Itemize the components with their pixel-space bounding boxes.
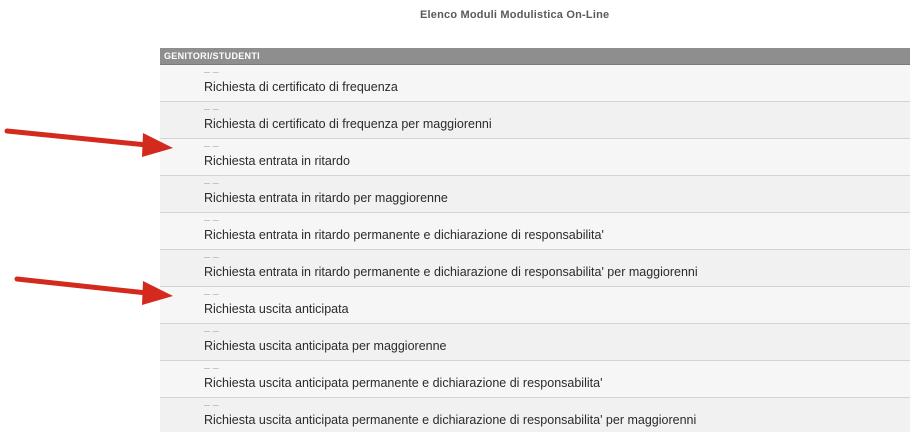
module-row-uscita-anticipata-permanente[interactable]: — — Richiesta uscita anticipata permanen… xyxy=(160,361,910,398)
module-row-entrata-ritardo-permanente[interactable]: — — Richiesta entrata in ritardo permane… xyxy=(160,213,910,250)
row-meta: — — xyxy=(204,403,220,409)
row-meta: — — xyxy=(204,144,220,150)
red-arrow-right-icon xyxy=(4,128,173,157)
module-link[interactable]: Richiesta uscita anticipata permanente e… xyxy=(204,376,602,390)
row-meta: — — xyxy=(204,366,220,372)
module-link[interactable]: Richiesta di certificato di frequenza pe… xyxy=(204,117,492,131)
module-row-certificato-frequenza-maggiorenni[interactable]: — — Richiesta di certificato di frequenz… xyxy=(160,102,910,139)
row-meta: — — xyxy=(204,329,220,335)
module-link[interactable]: Richiesta uscita anticipata xyxy=(204,302,349,316)
module-row-entrata-ritardo-permanente-maggiorenni[interactable]: — — Richiesta entrata in ritardo permane… xyxy=(160,250,910,287)
module-row-entrata-ritardo-maggiorenne[interactable]: — — Richiesta entrata in ritardo per mag… xyxy=(160,176,910,213)
row-meta: — — xyxy=(204,181,220,187)
module-link[interactable]: Richiesta entrata in ritardo per maggior… xyxy=(204,191,448,205)
module-row-uscita-anticipata[interactable]: — — Richiesta uscita anticipata xyxy=(160,287,910,324)
module-link[interactable]: Richiesta uscita anticipata per maggiore… xyxy=(204,339,447,353)
row-meta: — — xyxy=(204,107,220,113)
row-meta: — — xyxy=(204,218,220,224)
page: Elenco Moduli Modulistica On-Line GENITO… xyxy=(0,0,910,432)
module-list: — — Richiesta di certificato di frequenz… xyxy=(160,65,910,432)
module-link[interactable]: Richiesta uscita anticipata permanente e… xyxy=(204,413,696,427)
module-link[interactable]: Richiesta entrata in ritardo xyxy=(204,154,350,168)
module-row-entrata-ritardo[interactable]: — — Richiesta entrata in ritardo xyxy=(160,139,910,176)
row-meta: — — xyxy=(204,292,220,298)
red-arrow-right-icon xyxy=(14,276,173,305)
modules-section: GENITORI/STUDENTI — — Richiesta di certi… xyxy=(160,48,910,432)
module-row-uscita-anticipata-maggiorenne[interactable]: — — Richiesta uscita anticipata per magg… xyxy=(160,324,910,361)
module-link[interactable]: Richiesta entrata in ritardo permanente … xyxy=(204,265,698,279)
module-row-uscita-anticipata-permanente-maggiorenni[interactable]: — — Richiesta uscita anticipata permanen… xyxy=(160,398,910,432)
row-meta: — — xyxy=(204,70,220,76)
row-meta: — — xyxy=(204,255,220,261)
section-header: GENITORI/STUDENTI xyxy=(160,48,910,65)
module-link[interactable]: Richiesta di certificato di frequenza xyxy=(204,80,398,94)
page-title: Elenco Moduli Modulistica On-Line xyxy=(420,9,610,21)
module-link[interactable]: Richiesta entrata in ritardo permanente … xyxy=(204,228,604,242)
module-row-certificato-frequenza[interactable]: — — Richiesta di certificato di frequenz… xyxy=(160,65,910,102)
